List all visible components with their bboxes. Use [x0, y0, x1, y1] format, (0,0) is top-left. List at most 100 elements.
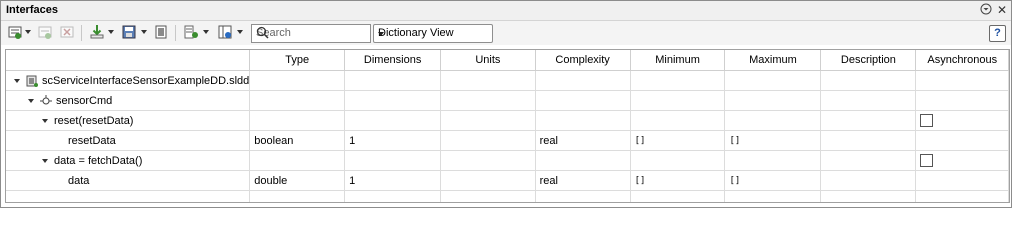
asynchronous-checkbox[interactable]: [920, 154, 934, 167]
collapse-icon[interactable]: [42, 159, 48, 163]
units-cell[interactable]: [440, 90, 536, 111]
minimum-cell[interactable]: []: [630, 170, 726, 191]
complexity-cell[interactable]: [535, 70, 631, 91]
panel-title: Interfaces: [6, 4, 58, 16]
dimensions-cell[interactable]: [344, 70, 442, 91]
description-cell[interactable]: [820, 90, 917, 111]
table-row[interactable]: scServiceInterfaceSensorExampleDD.sldd: [6, 70, 1009, 91]
asynchronous-cell[interactable]: [915, 150, 1009, 171]
name-cell[interactable]: data = fetchData(): [6, 150, 251, 171]
description-cell[interactable]: [820, 110, 917, 131]
type-cell[interactable]: [249, 70, 346, 91]
description-cell[interactable]: [820, 130, 917, 151]
units-cell[interactable]: [440, 150, 536, 171]
filter-button[interactable]: [183, 24, 199, 42]
units-cell[interactable]: [440, 170, 536, 191]
table-row[interactable]: sensorCmd: [6, 90, 1009, 111]
maximum-cell[interactable]: [724, 90, 822, 111]
column-header-minimum[interactable]: Minimum: [630, 50, 726, 71]
name-cell[interactable]: sensorCmd: [6, 90, 251, 111]
complexity-cell[interactable]: real: [535, 170, 631, 191]
add-interface-button[interactable]: [7, 24, 23, 42]
search-icon[interactable]: [256, 26, 368, 42]
complexity-cell[interactable]: [535, 150, 631, 171]
column-header-units[interactable]: Units: [440, 50, 536, 71]
dimensions-cell[interactable]: [344, 90, 442, 111]
dictionary-button[interactable]: [153, 24, 169, 42]
description-cell[interactable]: [820, 150, 917, 171]
type-cell[interactable]: [249, 90, 346, 111]
maximum-cell[interactable]: [724, 70, 822, 91]
minimum-cell[interactable]: [630, 70, 726, 91]
panel-menu-icon[interactable]: [979, 3, 993, 17]
search-input[interactable]: Search: [251, 24, 371, 43]
table-row[interactable]: resetData boolean 1 real [] []: [6, 130, 1009, 151]
table-row[interactable]: reset(resetData): [6, 110, 1009, 131]
minimum-cell[interactable]: [630, 150, 726, 171]
add-element-button[interactable]: [37, 24, 53, 42]
empty-cell: [915, 190, 1009, 202]
save-button[interactable]: [121, 24, 137, 42]
description-cell[interactable]: [820, 170, 917, 191]
column-header-name[interactable]: [6, 50, 251, 71]
maximum-cell[interactable]: []: [724, 170, 822, 191]
maximum-cell[interactable]: [724, 110, 822, 131]
complexity-cell[interactable]: [535, 90, 631, 111]
help-button[interactable]: ?: [989, 25, 1006, 42]
column-header-maximum[interactable]: Maximum: [724, 50, 822, 71]
complexity-cell[interactable]: [535, 110, 631, 131]
minimum-cell[interactable]: []: [630, 130, 726, 151]
units-cell[interactable]: [440, 110, 536, 131]
table-row[interactable]: data double 1 real [] []: [6, 170, 1009, 191]
asynchronous-cell[interactable]: [915, 70, 1009, 91]
delete-button[interactable]: [59, 24, 75, 42]
row-name: reset(resetData): [54, 115, 134, 127]
description-cell[interactable]: [820, 70, 917, 91]
name-cell[interactable]: data: [6, 170, 251, 191]
column-header-type[interactable]: Type: [249, 50, 346, 71]
maximum-cell[interactable]: []: [724, 130, 822, 151]
row-name: data = fetchData(): [54, 155, 143, 167]
toolbar-divider: [175, 25, 176, 41]
type-cell[interactable]: double: [249, 170, 346, 191]
table-row[interactable]: data = fetchData(): [6, 150, 1009, 171]
asynchronous-cell[interactable]: [915, 170, 1009, 191]
units-cell[interactable]: [440, 130, 536, 151]
chevron-down-icon[interactable]: [237, 30, 243, 34]
chevron-down-icon[interactable]: [108, 30, 114, 34]
chevron-down-icon[interactable]: [141, 30, 147, 34]
complexity-cell[interactable]: real: [535, 130, 631, 151]
maximum-cell[interactable]: [724, 150, 822, 171]
type-cell[interactable]: [249, 150, 346, 171]
asynchronous-cell[interactable]: [915, 110, 1009, 131]
chevron-down-icon[interactable]: [203, 30, 209, 34]
import-button[interactable]: [89, 24, 105, 42]
columns-view-button[interactable]: [217, 24, 233, 42]
asynchronous-checkbox[interactable]: [920, 114, 934, 127]
asynchronous-cell[interactable]: [915, 90, 1009, 111]
collapse-icon[interactable]: [14, 79, 20, 83]
dimensions-cell[interactable]: 1: [344, 170, 442, 191]
dimensions-cell[interactable]: [344, 150, 442, 171]
dimensions-cell[interactable]: 1: [344, 130, 442, 151]
dimensions-cell[interactable]: [344, 110, 442, 131]
view-selector[interactable]: Dictionary View: [373, 24, 493, 43]
units-cell[interactable]: [440, 70, 536, 91]
column-header-description[interactable]: Description: [820, 50, 917, 71]
column-header-asynchronous[interactable]: Asynchronous: [915, 50, 1009, 71]
collapse-icon[interactable]: [42, 119, 48, 123]
type-cell[interactable]: [249, 110, 346, 131]
close-icon[interactable]: ✕: [995, 3, 1009, 17]
column-header-dimensions[interactable]: Dimensions: [344, 50, 442, 71]
asynchronous-cell[interactable]: [915, 130, 1009, 151]
minimum-cell[interactable]: [630, 90, 726, 111]
chevron-down-icon[interactable]: [25, 30, 31, 34]
name-cell[interactable]: scServiceInterfaceSensorExampleDD.sldd: [6, 70, 251, 91]
collapse-icon[interactable]: [28, 99, 34, 103]
name-cell[interactable]: resetData: [6, 130, 251, 151]
column-header-complexity[interactable]: Complexity: [535, 50, 631, 71]
name-cell[interactable]: reset(resetData): [6, 110, 251, 131]
minimum-cell[interactable]: [630, 110, 726, 131]
chevron-down-icon[interactable]: [378, 32, 384, 36]
type-cell[interactable]: boolean: [249, 130, 346, 151]
